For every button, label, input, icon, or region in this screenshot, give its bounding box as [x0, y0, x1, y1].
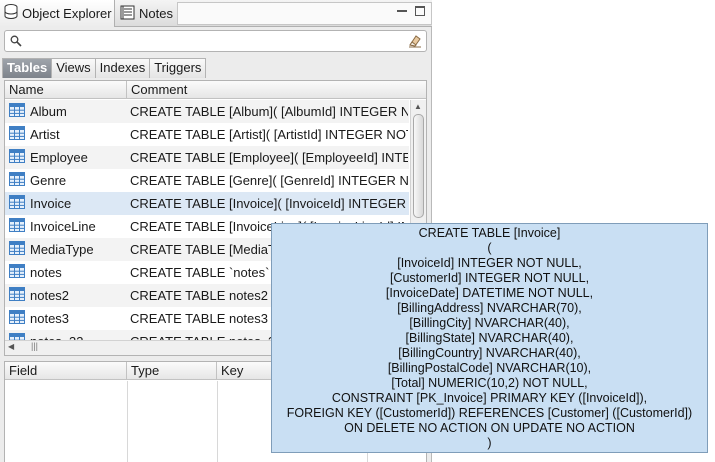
table-icon	[9, 149, 25, 166]
table-name: InvoiceLine	[30, 219, 96, 234]
table-name: Genre	[30, 173, 67, 188]
table-icon	[9, 241, 25, 258]
table-icon	[9, 172, 25, 189]
table-name: notes3	[30, 311, 70, 326]
tooltip-line: [InvoiceDate] DATETIME NOT NULL,	[385, 286, 594, 300]
search-icon	[10, 35, 22, 50]
table-name: Album	[30, 104, 67, 119]
table-comment: CREATE TABLE [Artist]( [ArtistId] INTEGE…	[130, 127, 408, 142]
tooltip-line: [BillingState] NVARCHAR(40),	[405, 331, 574, 345]
tooltip-line: [CustomerId] INTEGER NOT NULL,	[389, 271, 590, 285]
table-icon	[9, 287, 25, 304]
table-icon	[9, 126, 25, 143]
column-divider	[127, 381, 128, 462]
table-comment: CREATE TABLE [Genre]( [GenreId] INTEGER …	[130, 173, 408, 188]
table-name-cell: Album	[9, 100, 67, 123]
table-name-cell: Invoice	[9, 192, 71, 215]
table-name: MediaType	[30, 242, 94, 257]
tab-strip-spacer	[177, 2, 432, 25]
column-header-name[interactable]: Name	[5, 81, 127, 99]
tab-tables[interactable]: Tables	[2, 58, 53, 78]
table-icon	[9, 103, 25, 120]
table-name: Invoice	[30, 196, 72, 211]
table-comment: CREATE TABLE [Album]( [AlbumId] INTEGER …	[130, 104, 408, 119]
maximize-panel-button[interactable]	[415, 6, 425, 16]
table-row[interactable]: Employee CREATE TABLE [Employee]( [Employ…	[5, 146, 409, 169]
tooltip-line: [BillingCountry] NVARCHAR(40),	[398, 346, 581, 360]
tooltip-line: [BillingPostalCode] NVARCHAR(10),	[387, 361, 592, 375]
table-icon	[9, 264, 25, 281]
table-name-cell: notes3	[9, 307, 69, 330]
table-comment: CREATE TABLE [Employee]( [EmployeeId] IN…	[130, 150, 408, 165]
search-input[interactable]	[27, 32, 397, 50]
table-row[interactable]: Invoice CREATE TABLE [Invoice]( [InvoiceI…	[5, 192, 409, 215]
table-name-cell: notes	[9, 261, 62, 284]
tooltip-line: [InvoiceId] INTEGER NOT NULL,	[397, 256, 582, 270]
table-icon	[9, 195, 25, 212]
table-name-cell: Employee	[9, 146, 88, 169]
tab-notes[interactable]: Notes	[116, 0, 177, 27]
table-row[interactable]: Artist CREATE TABLE [Artist]( [ArtistId] …	[5, 123, 409, 146]
tooltip-line: [Total] NUMERIC(10,2) NOT NULL,	[391, 376, 588, 390]
tables-grid-header: Name Comment	[5, 81, 426, 99]
notes-icon	[120, 5, 135, 23]
table-row[interactable]: Genre CREATE TABLE [Genre]( [GenreId] INT…	[5, 169, 409, 192]
table-name: notes2	[30, 288, 70, 303]
tooltip-line: )	[487, 436, 492, 450]
table-name: Employee	[30, 150, 88, 165]
table-name: notes	[30, 265, 62, 280]
tooltip-line: [BillingCity] NVARCHAR(40),	[409, 316, 570, 330]
clear-search-icon[interactable]	[408, 34, 422, 51]
horizontal-scroll-grip-icon: |||	[31, 341, 39, 351]
tooltip-line: CREATE TABLE [Invoice]	[418, 226, 561, 240]
tab-indexes[interactable]: Indexes	[94, 58, 151, 78]
scroll-left-icon[interactable]: ◀	[8, 342, 14, 351]
panel-tab-strip: Object Explorer Notes	[0, 0, 432, 27]
tooltip-line: ON DELETE NO ACTION ON UPDATE NO ACTION	[344, 421, 635, 435]
table-name-cell: notes2	[9, 284, 69, 307]
table-name-cell: Genre	[9, 169, 66, 192]
tab-views[interactable]: Views	[51, 58, 96, 78]
tooltip-line: CONSTRAINT [PK_Invoice] PRIMARY KEY ([In…	[331, 391, 648, 405]
tooltip-line: (	[487, 241, 492, 255]
database-icon	[4, 4, 18, 23]
object-type-tabs: Tables Views Indexes Triggers	[2, 58, 207, 78]
tab-notes-label: Notes	[139, 6, 173, 21]
table-name-cell: InvoiceLine	[9, 215, 96, 238]
column-header-comment[interactable]: Comment	[127, 81, 407, 99]
tooltip-line: [BillingAddress] NVARCHAR(70),	[397, 301, 582, 315]
tab-object-explorer-label: Object Explorer	[22, 6, 112, 21]
column-divider	[217, 381, 218, 462]
minimize-panel-button[interactable]	[397, 6, 407, 12]
tab-object-explorer[interactable]: Object Explorer	[0, 0, 115, 27]
column-header-field[interactable]: Field	[5, 362, 127, 380]
search-box	[4, 30, 427, 52]
table-icon	[9, 218, 25, 235]
table-name-cell: Artist	[9, 123, 60, 146]
table-definition-tooltip: CREATE TABLE [Invoice]([InvoiceId] INTEG…	[271, 223, 708, 453]
table-row[interactable]: Album CREATE TABLE [Album]( [AlbumId] INT…	[5, 100, 409, 123]
tab-triggers[interactable]: Triggers	[149, 58, 207, 78]
tooltip-line: FOREIGN KEY ([CustomerId]) REFERENCES [C…	[286, 406, 693, 420]
table-icon	[9, 310, 25, 327]
column-header-type[interactable]: Type	[127, 362, 217, 380]
table-name-cell: MediaType	[9, 238, 94, 261]
scroll-up-icon[interactable]: ▲	[414, 102, 422, 111]
vertical-scroll-thumb[interactable]	[413, 114, 424, 218]
table-comment: CREATE TABLE [Invoice]( [InvoiceId] INTE…	[130, 196, 408, 211]
table-icon	[9, 333, 25, 340]
table-name-cell: notes_33	[9, 330, 84, 340]
table-name: Artist	[30, 127, 60, 142]
